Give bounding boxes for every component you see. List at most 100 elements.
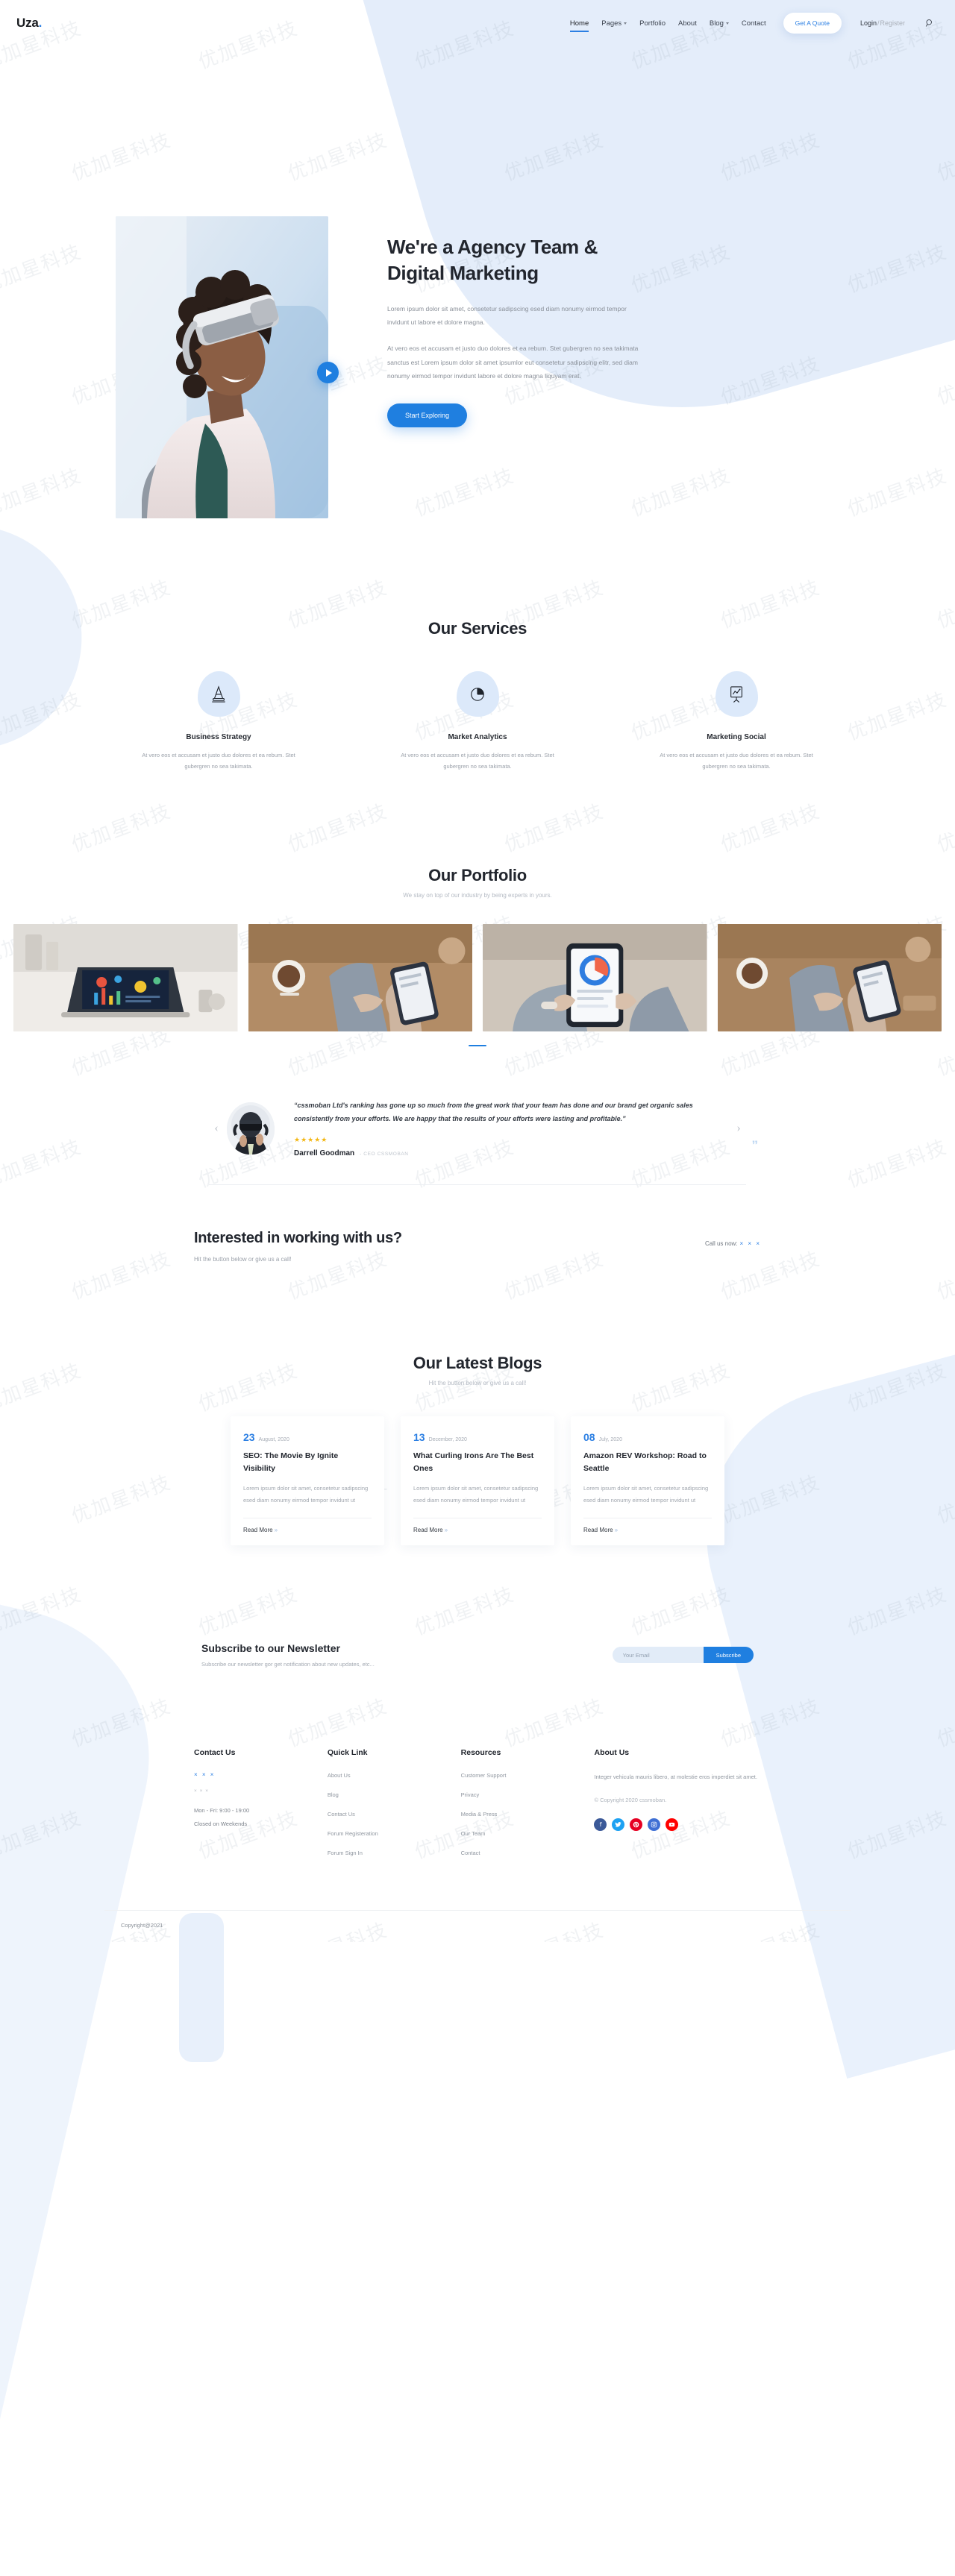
- footer-link-contact-us[interactable]: Contact Us: [328, 1811, 461, 1818]
- hero-text-block: We're a Agency Team & Digital Marketing …: [387, 216, 648, 428]
- footer-heading: Resources: [460, 1748, 501, 1758]
- footer-bottom-bar: Copyright@2021: [0, 1898, 955, 1942]
- portfolio-title: Our Portfolio: [428, 865, 527, 885]
- site-logo[interactable]: Uza.: [16, 16, 42, 31]
- newsletter-text-block: Subscribe to our Newsletter Subscribe ou…: [201, 1642, 375, 1668]
- service-card-business-strategy[interactable]: Business Strategy At vero eos et accusam…: [135, 671, 302, 773]
- nav-item-blog[interactable]: Blog: [710, 17, 729, 30]
- get-a-quote-button[interactable]: Get A Quote: [783, 13, 842, 34]
- nav-item-about[interactable]: About: [678, 17, 697, 30]
- footer-link-about-us[interactable]: About Us: [328, 1772, 461, 1779]
- portfolio-item-2[interactable]: [248, 923, 472, 1031]
- blogs-section: Our Latest Blogs Hit the button below or…: [0, 1263, 955, 1546]
- hero-title-line1: We're a Agency Team &: [387, 236, 598, 258]
- site-header: Uza. Home Pages Portfolio About Blog Con…: [0, 0, 955, 46]
- footer-social-links: f: [594, 1818, 761, 1832]
- blog-description: Lorem ipsum dolor sit amet, consetetur s…: [583, 1484, 709, 1504]
- service-name: Marketing Social: [707, 733, 766, 741]
- portfolio-dot-1[interactable]: [469, 1044, 486, 1047]
- footer-link-media-press[interactable]: Media & Press: [461, 1811, 595, 1818]
- footer-link-privacy[interactable]: Privacy: [461, 1791, 595, 1798]
- cta-phone-number[interactable]: × × ×: [740, 1240, 761, 1247]
- facebook-icon[interactable]: f: [594, 1818, 607, 1832]
- instagram-icon[interactable]: [648, 1818, 661, 1832]
- service-name: Business Strategy: [186, 733, 251, 741]
- youtube-icon[interactable]: [666, 1818, 679, 1832]
- nav-item-home[interactable]: Home: [569, 17, 589, 32]
- portfolio-item-4[interactable]: [717, 923, 942, 1031]
- footer-copyright-notice: © Copyright 2020 cssmoban.: [594, 1797, 667, 1804]
- double-chevron-icon: »: [444, 1527, 448, 1534]
- chevron-down-icon: [725, 22, 729, 25]
- footer-link-customer-support[interactable]: Customer Support: [461, 1772, 595, 1779]
- nav-item-contact[interactable]: Contact: [742, 17, 766, 30]
- service-name: Market Analytics: [448, 733, 507, 741]
- blog-title: What Curling Irons Are The Best Ones: [413, 1451, 534, 1473]
- nav-label: Home: [569, 19, 589, 28]
- subscribe-button[interactable]: Subscribe: [703, 1647, 754, 1664]
- newsletter-section: Subscribe to our Newsletter Subscribe ou…: [0, 1545, 955, 1668]
- pinterest-icon[interactable]: [630, 1818, 643, 1832]
- footer-link-forum-registration[interactable]: Forum Registeration: [328, 1830, 461, 1837]
- play-icon: [325, 368, 332, 377]
- blog-card-2[interactable]: 13 December, 2020 What Curling Irons Are…: [401, 1416, 554, 1546]
- blog-description: Lorem ipsum dolor sit amet, consetetur s…: [243, 1484, 369, 1504]
- cta-subtitle: Hit the button below or give us a call!: [194, 1256, 292, 1263]
- footer-link-blog[interactable]: Blog: [328, 1791, 461, 1798]
- cta-section: Interested in working with us? Hit the b…: [0, 1185, 955, 1263]
- footer-bottom-copyright: Copyright@2021: [121, 1922, 163, 1929]
- start-exploring-button[interactable]: Start Exploring: [387, 403, 468, 428]
- read-more-label: Read More: [583, 1527, 613, 1534]
- footer-link-contact[interactable]: Contact: [461, 1850, 595, 1856]
- service-description: At vero eos et accusam et justo duo dolo…: [660, 752, 813, 770]
- twitter-icon[interactable]: [612, 1818, 625, 1832]
- footer-column-contact: Contact Us × × × × × × Mon - Fri: 9:00 -…: [194, 1748, 328, 1856]
- footer-link-forum-sign-in[interactable]: Forum Sign In: [328, 1850, 461, 1856]
- portfolio-subtitle: We stay on top of our industry by being …: [403, 891, 552, 899]
- footer-column-about: About Us Integer vehicula mauris libero,…: [594, 1748, 761, 1856]
- blogs-title: Our Latest Blogs: [413, 1354, 542, 1373]
- cta-text-block: Interested in working with us? Hit the b…: [194, 1230, 402, 1263]
- testimonial-rating-stars: ★★★★★: [294, 1136, 328, 1144]
- login-link[interactable]: Login: [860, 19, 877, 27]
- nav-item-pages[interactable]: Pages: [601, 17, 627, 30]
- hero-paragraph-1: Lorem ipsum dolor sit amet, consetetur s…: [387, 304, 627, 326]
- chevron-left-icon[interactable]: ‹: [209, 1122, 224, 1135]
- footer-column-resources: Resources Customer Support Privacy Media…: [461, 1748, 595, 1856]
- hero-title-line2: Digital Marketing: [387, 262, 539, 285]
- blog-card-1[interactable]: 23 August, 2020 SEO: The Movie By Ignite…: [231, 1416, 384, 1546]
- blog-title: Amazon REV Workshop: Road to Seattle: [583, 1451, 707, 1473]
- footer-hours-weekend: Closed on Weekends: [194, 1821, 248, 1828]
- nav-label: Pages: [601, 19, 622, 28]
- blog-card-3[interactable]: 08 July, 2020 Amazon REV Workshop: Road …: [571, 1416, 724, 1546]
- footer-about-text: Integer vehicula mauris libero, at moles…: [594, 1774, 757, 1781]
- footer-email[interactable]: × × ×: [194, 1788, 328, 1794]
- chevron-down-icon: [624, 22, 627, 25]
- newsletter-form: Subscribe: [612, 1647, 754, 1664]
- footer-link-our-team[interactable]: Our Team: [461, 1830, 595, 1837]
- service-card-marketing-social[interactable]: Marketing Social At vero eos et accusam …: [653, 671, 820, 773]
- traffic-cone-icon: [197, 671, 240, 717]
- cta-title: Interested in working with us?: [194, 1230, 402, 1247]
- service-card-market-analytics[interactable]: Market Analytics At vero eos et accusam …: [394, 671, 561, 773]
- blog-day: 08: [583, 1431, 595, 1444]
- footer-phone[interactable]: × × ×: [194, 1771, 328, 1778]
- nav-item-portfolio[interactable]: Portfolio: [639, 17, 666, 30]
- blog-title: SEO: The Movie By Ignite Visibility: [243, 1451, 339, 1473]
- register-link[interactable]: Register: [880, 19, 905, 27]
- email-input[interactable]: [612, 1647, 704, 1664]
- testimonial-avatar: [227, 1102, 275, 1155]
- nav-label: Portfolio: [639, 19, 666, 28]
- blog-read-more-link[interactable]: Read More»: [413, 1518, 542, 1533]
- play-video-button[interactable]: [317, 362, 339, 383]
- hero-image-wrapper: [116, 216, 339, 518]
- portfolio-item-1[interactable]: [13, 923, 238, 1031]
- chevron-right-icon[interactable]: ›: [731, 1122, 746, 1135]
- blog-read-more-link[interactable]: Read More»: [583, 1518, 712, 1533]
- newsletter-title: Subscribe to our Newsletter: [201, 1642, 340, 1655]
- cta-call-label: Call us now:: [704, 1240, 738, 1248]
- portfolio-item-3[interactable]: [483, 923, 707, 1031]
- blog-read-more-link[interactable]: Read More»: [243, 1518, 372, 1533]
- search-icon[interactable]: [925, 19, 934, 28]
- login-register: Login/Register: [860, 19, 905, 27]
